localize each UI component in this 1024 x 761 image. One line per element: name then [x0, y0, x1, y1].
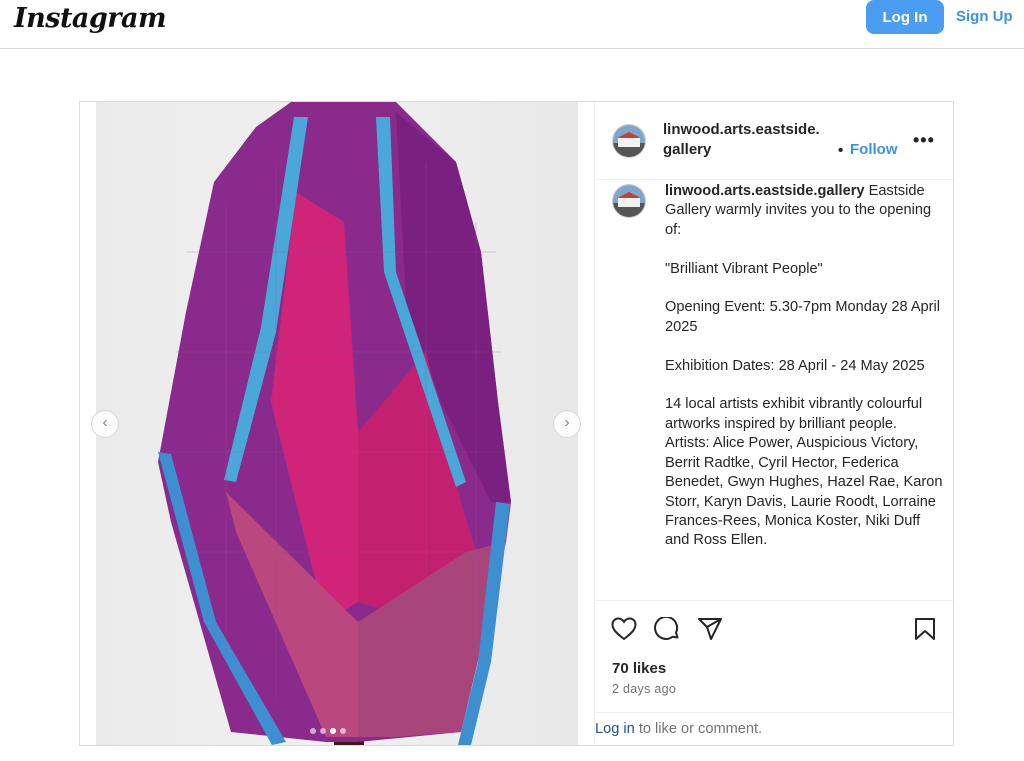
caption-area: linwood.arts.eastside.gallery Eastside G…: [595, 179, 953, 599]
post-author-username[interactable]: linwood.arts.eastside. gallery: [663, 120, 843, 160]
signup-link[interactable]: Sign Up: [956, 8, 1013, 25]
share-icon[interactable]: [697, 617, 723, 641]
login-button[interactable]: Log In: [866, 0, 944, 34]
bookmark-icon[interactable]: [914, 617, 936, 641]
follow-button[interactable]: Follow: [850, 141, 898, 158]
username-line[interactable]: linwood.arts.eastside.: [663, 120, 843, 140]
post-sidebar: linwood.arts.eastside. gallery • Follow …: [594, 102, 953, 745]
more-options-icon[interactable]: •••: [913, 130, 935, 151]
caption-text: Eastside Gallery warmly invites you to t…: [665, 183, 943, 549]
login-prompt-text: to like or comment.: [634, 721, 763, 737]
login-prompt: Log in to like or comment.: [595, 712, 953, 745]
heart-icon[interactable]: [611, 617, 637, 641]
caption-username[interactable]: linwood.arts.eastside.gallery: [665, 183, 865, 199]
carousel-dot: [310, 728, 316, 734]
carousel-dot-active: [330, 728, 336, 734]
carousel-dot: [320, 728, 326, 734]
chevron-left-icon[interactable]: ‹: [91, 410, 119, 438]
comment-icon[interactable]: [654, 617, 680, 642]
post-media: ‹ ›: [80, 102, 594, 745]
like-count[interactable]: 70 likes: [612, 660, 666, 677]
chevron-right-icon[interactable]: ›: [553, 410, 581, 438]
shawl-photo-illustration: [158, 102, 511, 745]
post-header: linwood.arts.eastside. gallery • Follow …: [595, 102, 953, 180]
username-line[interactable]: gallery: [663, 140, 843, 160]
carousel-indicator: [308, 721, 348, 734]
carousel-dot: [340, 728, 346, 734]
avatar[interactable]: [612, 124, 646, 158]
top-navigation-bar: Instagram Log In Sign Up: [0, 0, 1024, 49]
post-timestamp[interactable]: 2 days ago: [612, 682, 676, 696]
post-caption: linwood.arts.eastside.gallery Eastside G…: [665, 182, 943, 551]
post-photo: [96, 102, 578, 745]
instagram-logo[interactable]: Instagram: [14, 3, 167, 34]
post-actions: 70 likes 2 days ago: [595, 600, 953, 713]
post-card: ‹ › linwood.arts.eastside. gallery • Fol…: [79, 101, 954, 746]
separator-dot: •: [838, 142, 844, 159]
login-link[interactable]: Log in: [595, 721, 635, 737]
avatar[interactable]: [612, 184, 646, 218]
